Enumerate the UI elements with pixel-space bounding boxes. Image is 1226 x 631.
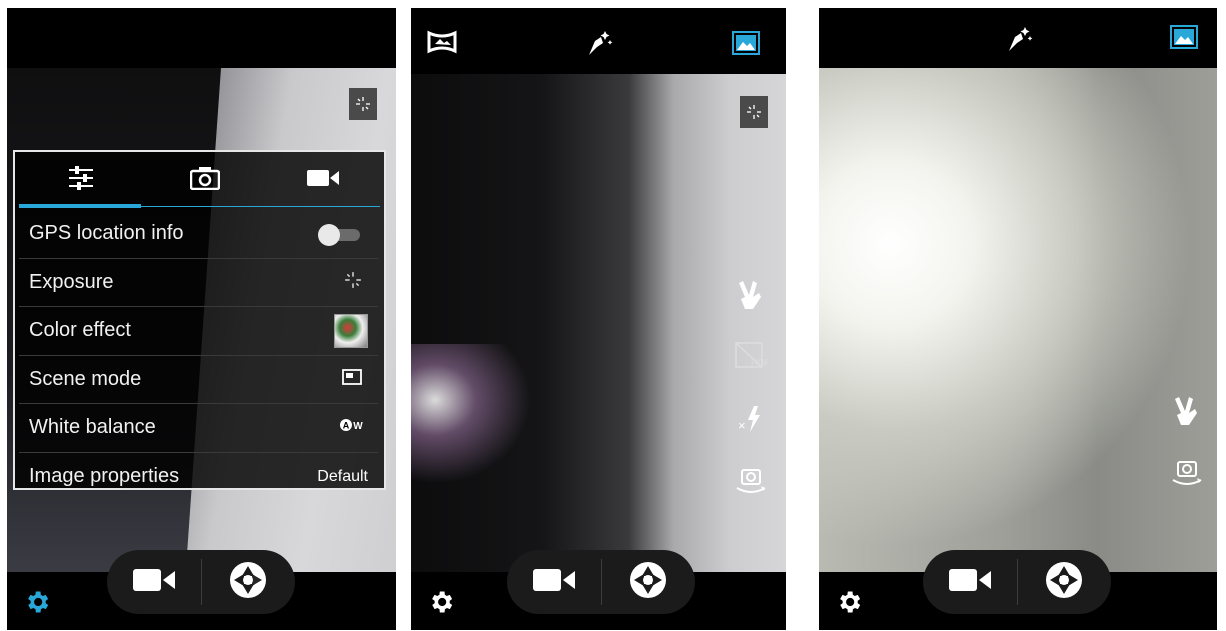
shutter-button[interactable]: [202, 550, 296, 614]
scene-mode-icon: [342, 368, 362, 390]
shutter-aperture-icon: [228, 560, 268, 605]
tab-camera-settings[interactable]: [143, 152, 267, 208]
setting-row-exposure[interactable]: Exposure: [19, 259, 378, 307]
shutter-aperture-icon: [628, 560, 668, 605]
setting-row-color-effect[interactable]: Color effect: [19, 307, 378, 356]
gallery-thumbnail-icon[interactable]: [731, 30, 761, 56]
gps-toggle[interactable]: [318, 223, 360, 246]
camera-screen-bright: [819, 8, 1217, 630]
setting-label: Scene mode: [29, 367, 142, 390]
auto-white-balance-icon: A W: [340, 418, 364, 437]
setting-label: GPS location info: [29, 222, 184, 245]
flash-off-icon[interactable]: ×: [733, 402, 769, 436]
svg-text:A: A: [343, 421, 350, 431]
settings-tabs: [15, 152, 384, 208]
camera-icon: [189, 166, 221, 195]
capture-controls: [107, 550, 295, 614]
capture-controls: [507, 550, 695, 614]
video-camera-icon: [307, 169, 339, 192]
svg-text:×: ×: [738, 418, 746, 433]
color-effect-thumbnail-icon: [334, 313, 368, 348]
record-video-button[interactable]: [507, 550, 601, 614]
exposure-indicator-icon[interactable]: [740, 96, 768, 128]
camera-screen-settings: GPS location info Exposure Color effect: [7, 8, 396, 630]
top-bar: [411, 8, 786, 74]
record-video-button[interactable]: [107, 550, 201, 614]
settings-list: GPS location info Exposure Color effect: [19, 210, 378, 501]
settings-gear-icon[interactable]: [833, 586, 865, 618]
gesture-shot-icon[interactable]: [733, 278, 769, 314]
shutter-button[interactable]: [602, 550, 696, 614]
video-camera-icon: [132, 567, 175, 598]
exposure-indicator-icon[interactable]: [349, 88, 377, 120]
viewfinder[interactable]: HDR ×: [411, 74, 786, 572]
switch-camera-icon[interactable]: [1169, 456, 1205, 490]
switch-camera-icon[interactable]: [733, 464, 769, 498]
capture-controls: [923, 550, 1111, 614]
setting-row-gps[interactable]: GPS location info: [19, 210, 378, 259]
svg-text:HDR: HDR: [751, 358, 768, 368]
magic-effect-icon[interactable]: [1001, 22, 1037, 56]
setting-row-white-balance[interactable]: White balance A W: [19, 404, 378, 453]
active-tab-indicator: [19, 204, 141, 208]
sliders-icon: [67, 165, 95, 196]
setting-row-image-properties[interactable]: Image properties Default: [19, 453, 378, 502]
magic-effect-icon[interactable]: [581, 26, 617, 60]
setting-label: Color effect: [29, 319, 131, 342]
panorama-mode-icon[interactable]: [425, 28, 459, 56]
settings-gear-icon[interactable]: [425, 586, 457, 618]
tab-video-settings[interactable]: [261, 152, 385, 208]
tab-general-settings[interactable]: [19, 152, 143, 208]
video-camera-icon: [532, 567, 575, 598]
exposure-icon: [344, 271, 362, 294]
svg-text:W: W: [353, 421, 363, 432]
gesture-shot-icon[interactable]: [1169, 394, 1205, 430]
gallery-thumbnail-icon[interactable]: [1169, 24, 1199, 50]
top-bar: [819, 8, 1217, 68]
setting-label: Exposure: [29, 270, 114, 293]
settings-gear-icon[interactable]: [21, 586, 53, 618]
shutter-button[interactable]: [1018, 550, 1112, 614]
setting-row-scene-mode[interactable]: Scene mode: [19, 356, 378, 404]
shutter-aperture-icon: [1044, 560, 1084, 605]
viewfinder[interactable]: [819, 68, 1217, 572]
camera-screen-main: HDR ×: [411, 8, 786, 630]
settings-menu: GPS location info Exposure Color effect: [13, 150, 386, 490]
record-video-button[interactable]: [923, 550, 1017, 614]
setting-value: Default: [317, 467, 368, 485]
hdr-off-icon[interactable]: HDR: [733, 339, 769, 373]
setting-label: White balance: [29, 416, 156, 439]
setting-label: Image properties: [29, 465, 180, 488]
top-bar: [7, 8, 396, 68]
video-camera-icon: [948, 567, 991, 598]
